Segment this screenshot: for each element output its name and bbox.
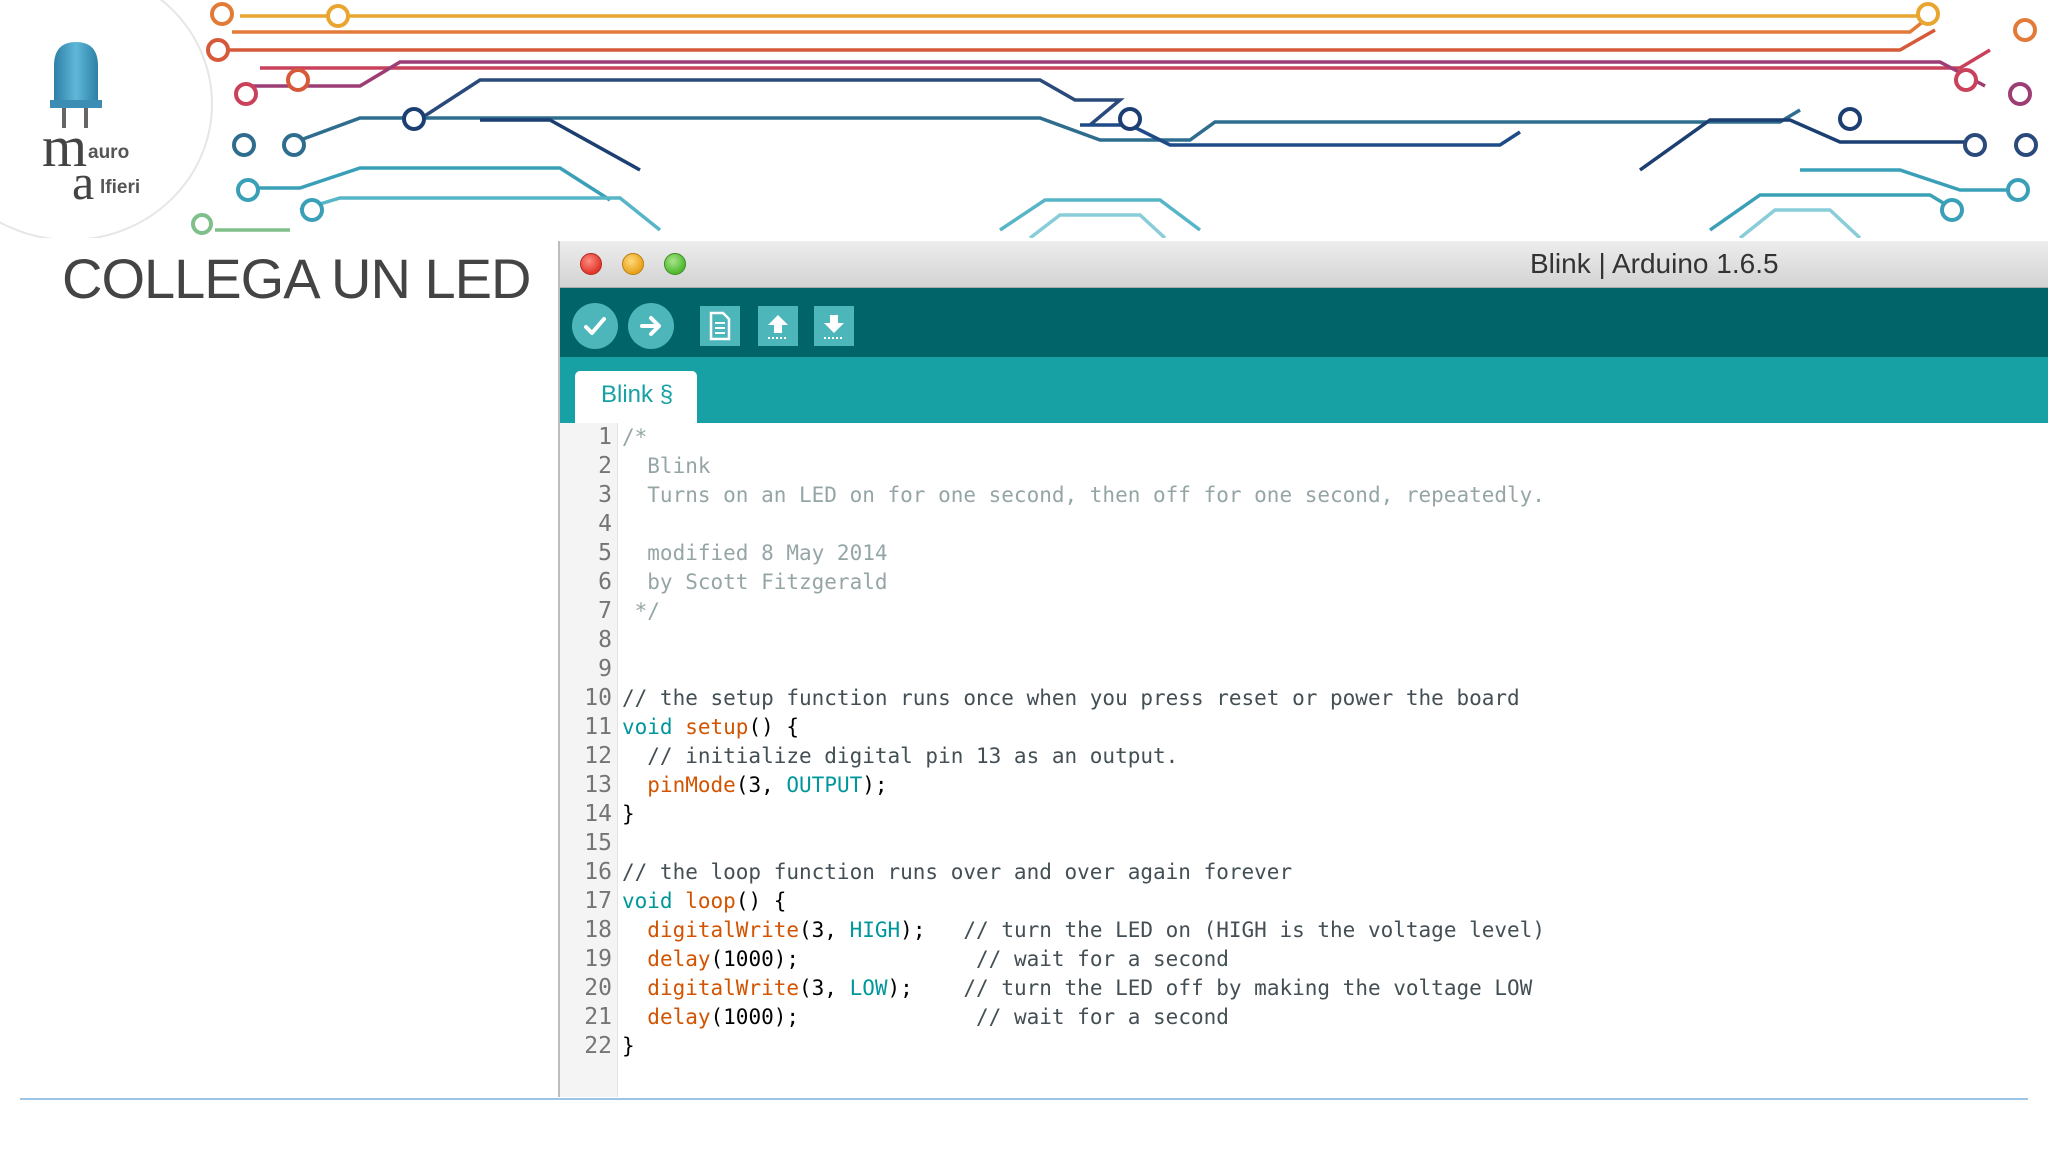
arrow-right-icon bbox=[640, 316, 661, 336]
constant: HIGH bbox=[849, 918, 901, 942]
code-text: (3, bbox=[799, 976, 850, 1000]
zoom-window-button[interactable] bbox=[664, 253, 686, 275]
line-number: 15 bbox=[584, 830, 612, 856]
code-comment: // turn the LED off by making the voltag… bbox=[963, 976, 1533, 1000]
code-comment: // turn the LED on (HIGH is the voltage … bbox=[963, 918, 1545, 942]
keyword: void bbox=[622, 889, 673, 913]
code-text: ); bbox=[862, 773, 888, 797]
line-number: 7 bbox=[598, 598, 612, 624]
slide-footer-divider bbox=[20, 1098, 2028, 1100]
code-line: Blink bbox=[622, 454, 711, 478]
line-number: 21 bbox=[584, 1004, 612, 1030]
line-number: 2 bbox=[598, 453, 612, 479]
logo: m auro a lfieri bbox=[0, 0, 216, 238]
line-number: 17 bbox=[584, 888, 612, 914]
logo-letter-a: a bbox=[72, 154, 95, 210]
function-name: pinMode bbox=[647, 773, 736, 797]
line-number: 10 bbox=[584, 685, 612, 711]
function-name: digitalWrite bbox=[647, 976, 800, 1000]
code-editor[interactable]: 1 2 3 4 5 6 7 8 9 10 11 12 13 14 15 16 1… bbox=[560, 423, 2048, 1097]
code-line: delay(1000); // wait for a second bbox=[622, 945, 1229, 974]
line-number: 13 bbox=[584, 772, 612, 798]
code-text: ); bbox=[900, 918, 964, 942]
function-name: loop bbox=[685, 889, 736, 913]
arrow-down-icon bbox=[824, 315, 844, 339]
line-number: 14 bbox=[584, 801, 612, 827]
code-line: */ bbox=[622, 599, 660, 623]
keyword: void bbox=[622, 715, 673, 739]
line-number: 8 bbox=[598, 627, 612, 653]
code-line: delay(1000); // wait for a second bbox=[622, 1003, 1229, 1032]
constant: OUTPUT bbox=[786, 773, 863, 797]
check-icon bbox=[584, 317, 606, 335]
code-line: // the setup function runs once when you… bbox=[622, 686, 1520, 710]
line-number: 18 bbox=[584, 917, 612, 943]
line-number: 3 bbox=[598, 482, 612, 508]
code-line: } bbox=[622, 1034, 635, 1058]
code-comment: // wait for a second bbox=[976, 1005, 1229, 1029]
code-text: ); bbox=[887, 976, 964, 1000]
code-text: () { bbox=[735, 889, 787, 913]
line-number-gutter: 1 2 3 4 5 6 7 8 9 10 11 12 13 14 15 16 1… bbox=[560, 423, 618, 1097]
slide-title: COLLEGA UN LED bbox=[62, 247, 531, 310]
close-window-button[interactable] bbox=[580, 253, 602, 275]
logo-background bbox=[0, 0, 213, 238]
line-number: 20 bbox=[584, 975, 612, 1001]
window-title: Blink | Arduino 1.6.5 bbox=[1530, 248, 1779, 279]
function-name: setup bbox=[685, 715, 749, 739]
line-number: 11 bbox=[584, 714, 612, 740]
tab-blink[interactable]: Blink § bbox=[575, 371, 697, 423]
window-titlebar[interactable]: Blink | Arduino 1.6.5 bbox=[560, 241, 2048, 288]
minimize-window-button[interactable] bbox=[622, 253, 644, 275]
arduino-ide-window: Blink | Arduino 1.6.5 Blink § 1 2 3 4 5 bbox=[558, 241, 2048, 1097]
function-name: delay bbox=[647, 1005, 711, 1029]
tab-bar: Blink § bbox=[560, 357, 2048, 423]
code-line: modified 8 May 2014 bbox=[622, 541, 888, 565]
code-line: pinMode(3, OUTPUT); bbox=[622, 771, 888, 800]
code-line: void setup() { bbox=[622, 713, 799, 742]
code-line: } bbox=[622, 802, 635, 826]
constant: LOW bbox=[849, 976, 888, 1000]
verify-button[interactable] bbox=[572, 303, 618, 349]
tab-label: Blink § bbox=[601, 381, 674, 408]
code-text: () { bbox=[748, 715, 800, 739]
line-number: 5 bbox=[598, 540, 612, 566]
open-sketch-button[interactable] bbox=[758, 306, 798, 346]
new-sketch-button[interactable] bbox=[700, 306, 740, 346]
line-number: 12 bbox=[584, 743, 612, 769]
line-number: 1 bbox=[598, 424, 612, 450]
line-number: 4 bbox=[598, 511, 612, 537]
arrow-up-icon bbox=[768, 315, 788, 339]
code-text: (1000); bbox=[710, 1005, 977, 1029]
code-text: (3, bbox=[799, 918, 850, 942]
code-line: digitalWrite(3, LOW); // turn the LED of… bbox=[622, 974, 1532, 1003]
code-line: digitalWrite(3, HIGH); // turn the LED o… bbox=[622, 916, 1545, 945]
upload-button[interactable] bbox=[628, 303, 674, 349]
code-text: (1000); bbox=[710, 947, 977, 971]
line-number: 9 bbox=[598, 656, 612, 682]
logo-text-lfieri: lfieri bbox=[100, 177, 141, 198]
function-name: digitalWrite bbox=[647, 918, 800, 942]
code-line: // initialize digital pin 13 as an outpu… bbox=[622, 744, 1179, 768]
line-number: 6 bbox=[598, 569, 612, 595]
code-line: void loop() { bbox=[622, 887, 786, 916]
code-comment: // wait for a second bbox=[976, 947, 1229, 971]
toolbar bbox=[560, 288, 2048, 357]
circuit-banner bbox=[191, 2, 2038, 238]
code-line: by Scott Fitzgerald bbox=[622, 570, 888, 594]
line-number: 19 bbox=[584, 946, 612, 972]
save-sketch-button[interactable] bbox=[814, 306, 854, 346]
line-number: 22 bbox=[584, 1033, 612, 1059]
code-line: // the loop function runs over and over … bbox=[622, 860, 1293, 884]
function-name: delay bbox=[647, 947, 711, 971]
code-line: /* bbox=[622, 425, 648, 449]
line-number: 16 bbox=[584, 859, 612, 885]
code-line: Turns on an LED on for one second, then … bbox=[622, 483, 1545, 507]
document-icon bbox=[709, 311, 731, 341]
code-text: (3, bbox=[735, 773, 787, 797]
